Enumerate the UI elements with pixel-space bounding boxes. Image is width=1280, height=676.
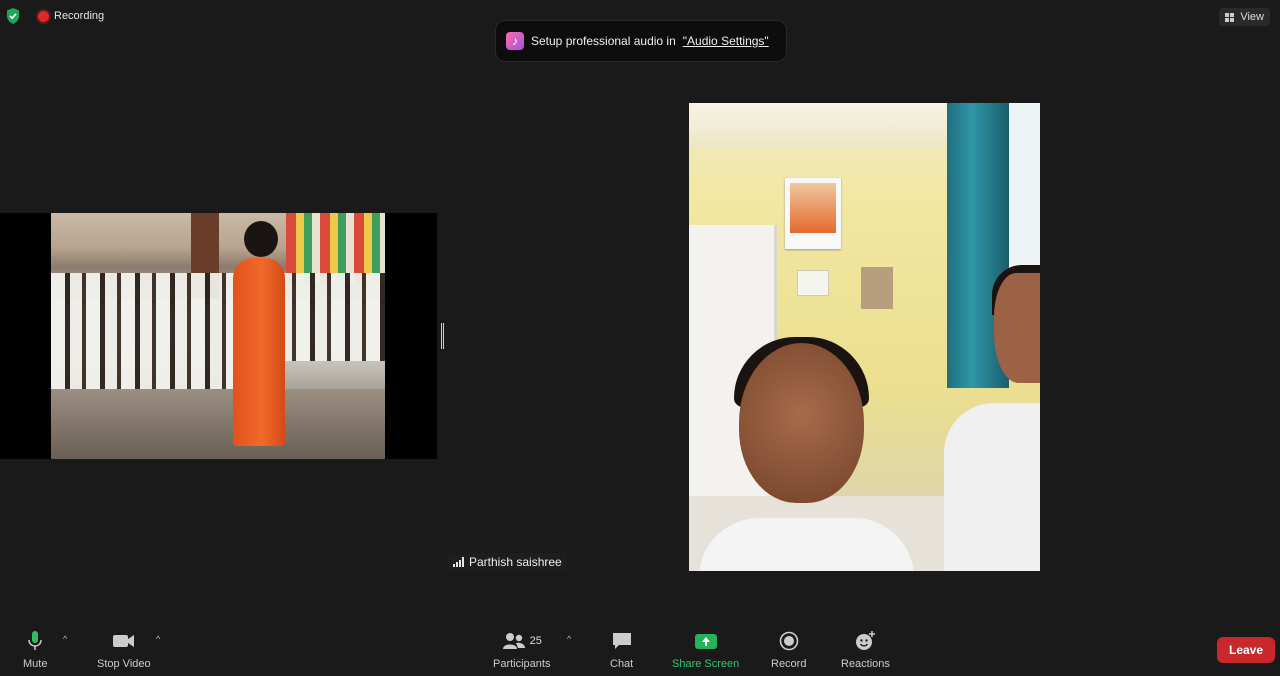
tile-resize-handle[interactable] <box>441 323 444 349</box>
share-screen-button[interactable]: Share Screen <box>672 630 739 670</box>
video-camera-icon <box>112 635 134 647</box>
wall-photo <box>785 178 841 249</box>
share-screen-label: Share Screen <box>672 658 740 670</box>
participant-name: Parthish saishree <box>469 555 562 569</box>
music-note-icon: ♪ <box>506 32 524 50</box>
shared-video-tile[interactable] <box>0 213 437 459</box>
shared-video-image <box>51 213 385 459</box>
leave-button[interactable]: Leave <box>1217 637 1275 663</box>
participant-name-tag: Parthish saishree <box>448 553 567 571</box>
view-label: View <box>1240 11 1264 23</box>
shield-icon[interactable] <box>6 8 20 24</box>
recording-indicator[interactable]: Recording <box>38 10 104 22</box>
chat-bubble-icon <box>612 633 631 649</box>
audio-settings-link[interactable]: "Audio Settings" <box>683 34 769 48</box>
record-label: Record <box>771 658 807 670</box>
video-options-caret[interactable]: ^ <box>156 634 160 644</box>
participants-label: Participants <box>493 658 551 670</box>
view-button[interactable]: View <box>1219 8 1270 26</box>
record-icon <box>779 631 799 651</box>
chat-button[interactable]: Chat <box>610 630 633 670</box>
reactions-button[interactable]: Reactions <box>841 630 890 670</box>
participants-icon <box>502 633 525 649</box>
stop-video-label: Stop Video <box>97 658 151 670</box>
participants-options-caret[interactable]: ^ <box>567 634 571 644</box>
meeting-status-bar: Recording <box>6 8 104 24</box>
toast-text: Setup professional audio in <box>531 34 676 48</box>
smiley-plus-icon <box>856 631 876 650</box>
chat-label: Chat <box>610 658 634 670</box>
participants-button[interactable]: 25 Participants <box>493 630 550 670</box>
mute-button[interactable]: Mute <box>23 630 47 670</box>
stop-video-button[interactable]: Stop Video <box>97 630 151 670</box>
audio-options-caret[interactable]: ^ <box>63 634 67 644</box>
grid-view-icon <box>1225 12 1235 22</box>
connection-signal-icon <box>453 557 464 567</box>
recording-dot-icon <box>38 10 49 22</box>
meeting-toolbar: Mute ^ Stop Video ^ 25 Participants ^ Ch… <box>0 622 1280 676</box>
microphone-icon <box>28 631 42 650</box>
share-screen-icon <box>694 633 717 649</box>
participant-video-tile[interactable] <box>689 103 1040 571</box>
audio-settings-toast: ♪ Setup professional audio in "Audio Set… <box>495 20 787 62</box>
record-button[interactable]: Record <box>771 630 806 670</box>
participants-count: 25 <box>529 635 542 647</box>
reactions-label: Reactions <box>841 658 890 670</box>
mute-label: Mute <box>23 658 48 670</box>
recording-label: Recording <box>54 10 105 22</box>
